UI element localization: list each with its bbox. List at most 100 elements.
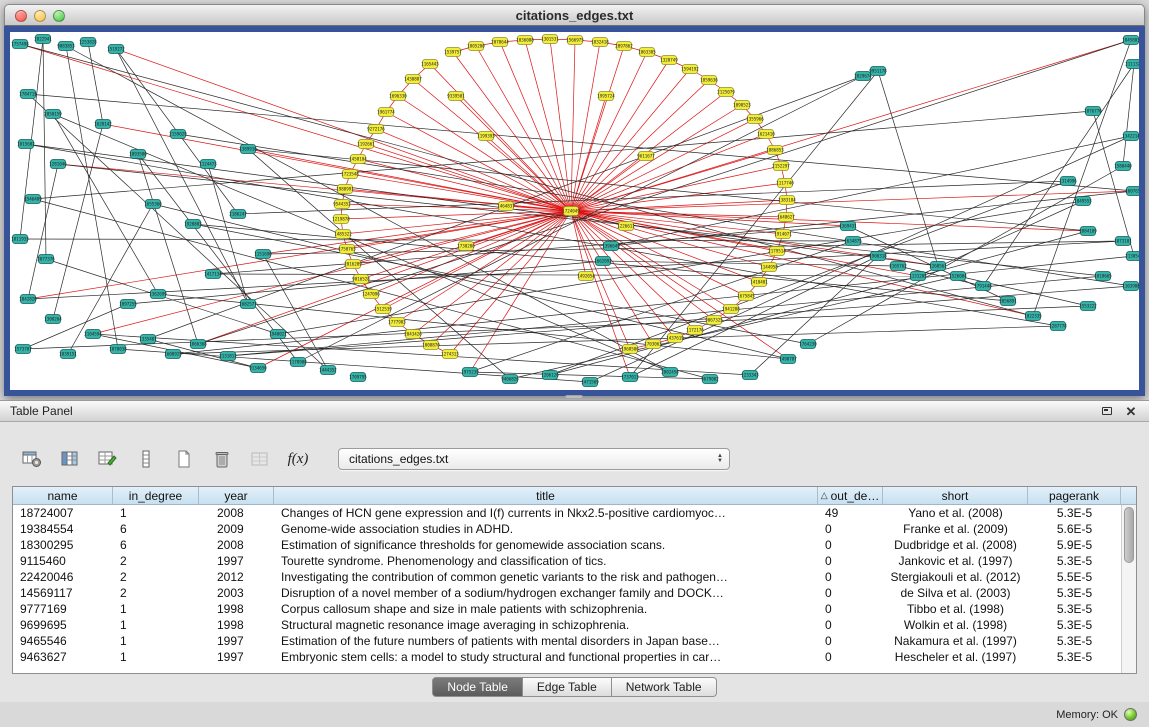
citation-network-graph[interactable]: 1724049116544314308871696330196177492721… (10, 32, 1139, 390)
graph-node-label: 2159029 (169, 132, 187, 137)
row-mode-icon (136, 450, 156, 468)
graph-edge[interactable] (1033, 40, 1131, 316)
graph-node-label: 1389916 (239, 147, 257, 152)
table-row[interactable]: 1938455462009Genome-wide association stu… (13, 521, 1121, 537)
graph-node-label: 1594192 (681, 67, 699, 72)
table-row[interactable]: 1456911722003Disruption of a novel membe… (13, 585, 1121, 601)
table-cell: 18300295 (13, 538, 113, 552)
table-row[interactable]: 946362711997Embryonic stem cells: a mode… (13, 649, 1121, 665)
table-row[interactable]: 1830029562008Estimation of significance … (13, 537, 1121, 553)
import-table-button[interactable] (248, 448, 272, 470)
graph-node-label: 1199393 (477, 134, 495, 139)
graph-edge[interactable] (66, 46, 118, 349)
table-row[interactable]: 977716911998Corpus callosum shape and si… (13, 601, 1121, 617)
column-header-year[interactable]: year (199, 487, 274, 504)
table-row[interactable]: 1872400712008Changes of HCN gene express… (13, 505, 1121, 521)
row-mode-button[interactable] (134, 448, 158, 470)
graph-node-label: 1845883 (1122, 38, 1139, 43)
graph-node-label: 9611677 (637, 154, 655, 159)
graph-node-label: 1995724 (597, 94, 615, 99)
graph-edge[interactable] (53, 114, 158, 294)
graph-edge[interactable] (20, 239, 853, 241)
graph-edge[interactable] (68, 204, 153, 354)
graph-node-label: 9679002 (701, 377, 719, 382)
table-row[interactable]: 969969511998Structural magnetic resonanc… (13, 617, 1121, 633)
graph-edge[interactable] (33, 111, 1093, 199)
column-header-short[interactable]: short (883, 487, 1028, 504)
table-cell: 0 (818, 650, 883, 664)
graph-edge[interactable] (413, 79, 571, 211)
graph-node-label: 1737013 (621, 375, 639, 380)
column-header-label: in_degree (129, 489, 182, 503)
column-visibility-button[interactable] (58, 448, 82, 470)
close-panel-button[interactable]: ✕ (1123, 404, 1139, 418)
graph-edge[interactable] (571, 40, 575, 211)
network-canvas[interactable]: 1724049116544314308871696330196177492721… (10, 32, 1139, 390)
graph-edge[interactable] (23, 304, 128, 349)
table-cell: 9115460 (13, 554, 113, 568)
tab-network-table[interactable]: Network Table (612, 677, 717, 697)
graph-edge[interactable] (470, 241, 853, 372)
table-scrollbar[interactable] (1121, 505, 1136, 673)
graph-edge[interactable] (571, 96, 606, 211)
graph-edge[interactable] (28, 164, 58, 299)
graph-edge[interactable] (28, 241, 1123, 299)
delete-table-button[interactable] (210, 448, 234, 470)
column-header-in-degree[interactable]: in_degree (113, 487, 199, 504)
graph-node-label: 2016209 (344, 262, 362, 267)
tab-node-table[interactable]: Node Table (432, 677, 523, 697)
graph-edge[interactable] (571, 211, 630, 377)
graph-edge[interactable] (571, 40, 1131, 211)
zoom-window-button[interactable] (53, 10, 65, 22)
graph-edge[interactable] (571, 211, 1088, 231)
panel-splitter-handle[interactable] (565, 395, 583, 399)
new-table-button[interactable] (172, 448, 196, 470)
column-header-name[interactable]: name (13, 487, 113, 504)
graph-edge[interactable] (138, 154, 198, 344)
column-header-title[interactable]: title (274, 487, 818, 504)
table-cell: Franke et al. (2009) (883, 522, 1028, 536)
graph-edge[interactable] (358, 159, 571, 211)
network-window-title: citations_edges.txt (5, 8, 1144, 23)
table-cell: 0 (818, 554, 883, 568)
column-header-out-de-[interactable]: △out_de… (818, 487, 883, 504)
minimize-window-button[interactable] (34, 10, 46, 22)
graph-edge[interactable] (878, 71, 938, 266)
table-row[interactable]: 946554611997Estimation of the future num… (13, 633, 1121, 649)
graph-edge[interactable] (1123, 64, 1134, 166)
graph-edge[interactable] (571, 211, 759, 282)
graph-node-label: 1961774 (377, 110, 395, 115)
tab-edge-table[interactable]: Edge Table (523, 677, 612, 697)
edit-table-button[interactable] (96, 448, 120, 470)
float-panel-button[interactable] (1099, 404, 1115, 418)
graph-edge[interactable] (20, 39, 43, 239)
graph-edge[interactable] (510, 276, 958, 379)
graph-edge[interactable] (383, 211, 571, 309)
function-builder-button[interactable]: f(x) (286, 448, 310, 470)
close-window-button[interactable] (15, 10, 27, 22)
table-row[interactable]: 2242004622012Investigating the contribut… (13, 569, 1121, 585)
graph-edge[interactable] (248, 149, 1088, 231)
table-options-button[interactable] (20, 448, 44, 470)
table-cell: 2012 (199, 570, 274, 584)
graph-edge[interactable] (571, 42, 600, 211)
table-cell: 9463627 (13, 650, 113, 664)
graph-edge[interactable] (193, 224, 808, 344)
graph-edge[interactable] (208, 164, 248, 304)
graph-node-label: 1757498 (11, 42, 29, 47)
graph-edge[interactable] (88, 42, 103, 124)
graph-node-label: 1281046 (49, 162, 67, 167)
table-row[interactable]: 911546021997Tourette syndrome. Phenomeno… (13, 553, 1121, 569)
scrollbar-thumb[interactable] (1124, 507, 1134, 563)
network-window-titlebar[interactable]: citations_edges.txt (4, 4, 1145, 26)
graph-node-label: 2165762 (889, 264, 907, 269)
table-cell: 1 (113, 506, 199, 520)
graph-node-label: 9816528 (352, 277, 370, 282)
column-header-pagerank[interactable]: pagerank (1028, 487, 1121, 504)
graph-edge[interactable] (93, 211, 571, 334)
graph-node-label: 1464837 (497, 204, 515, 209)
table-cell: 2008 (199, 506, 274, 520)
graph-edge[interactable] (33, 199, 710, 379)
graph-node-label: 1151690 (254, 252, 272, 257)
table-selector-dropdown[interactable]: citations_edges.txt ▲▼ (338, 448, 730, 470)
